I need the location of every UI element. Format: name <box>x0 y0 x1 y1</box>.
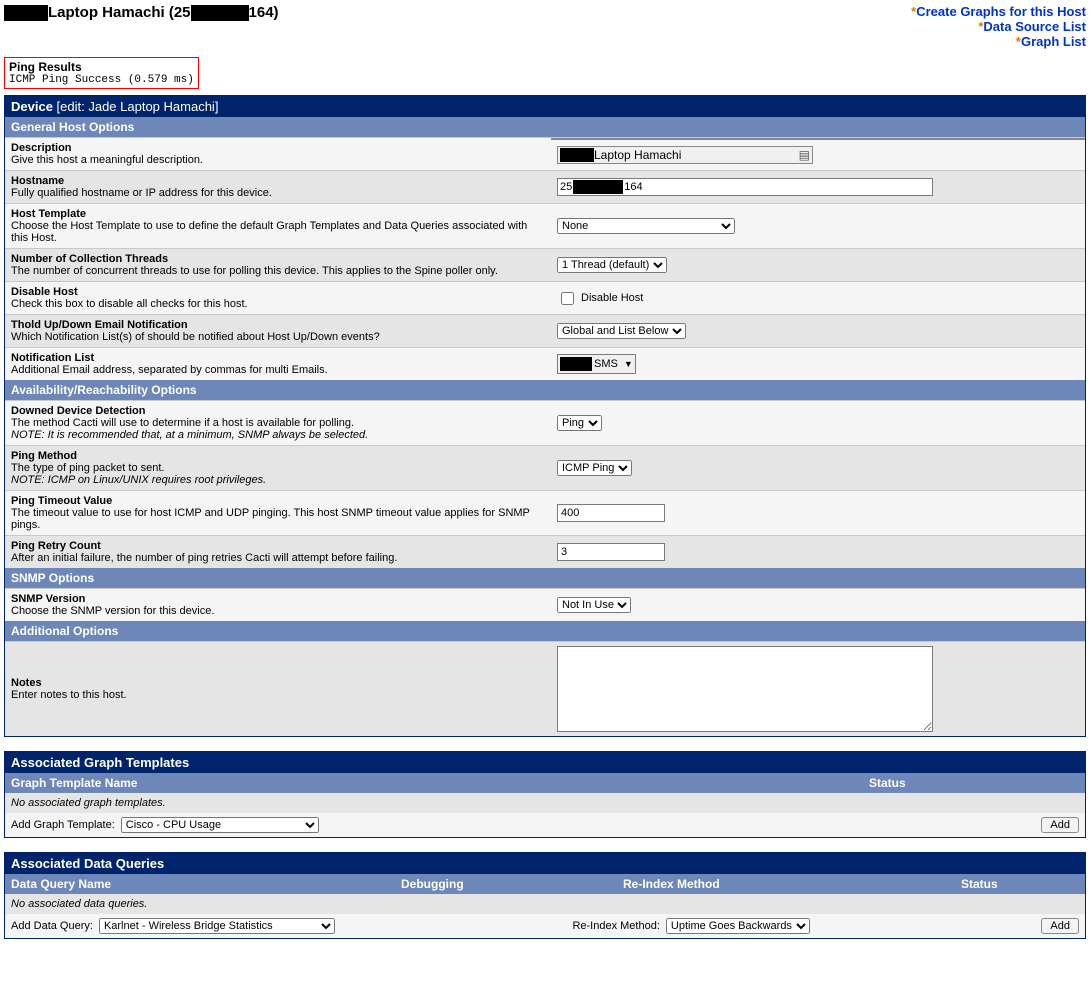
ping-results-status: ICMP Ping Success (0.579 ms) <box>9 74 194 86</box>
description-desc: Give this host a meaningful description. <box>11 154 545 166</box>
link-data-source-list[interactable]: Data Source List <box>983 19 1086 34</box>
data-queries-empty: No associated data queries. <box>5 894 1085 914</box>
col-graph-template-name: Graph Template Name <box>11 776 869 790</box>
add-graph-template-button[interactable]: Add <box>1041 817 1079 833</box>
host-template-desc: Choose the Host Template to use to defin… <box>11 220 545 244</box>
graph-templates-panel: Associated Graph Templates Graph Templat… <box>4 751 1086 838</box>
col-debugging: Debugging <box>401 877 623 891</box>
redacted-block <box>4 5 48 21</box>
section-general: General Host Options <box>5 117 1085 137</box>
chevron-down-icon: ▼ <box>620 359 633 369</box>
redacted-inline <box>560 357 592 371</box>
data-queries-panel: Associated Data Queries Data Query Name … <box>4 852 1086 939</box>
snmp-version-desc: Choose the SNMP version for this device. <box>11 605 545 617</box>
downed-label: Downed Device Detection <box>11 405 545 417</box>
notif-select[interactable]: SMS ▼ <box>557 354 636 374</box>
ping-results-box: Ping Results ICMP Ping Success (0.579 ms… <box>4 57 199 89</box>
description-label: Description <box>11 142 545 154</box>
ping-retry-desc: After an initial failure, the number of … <box>11 552 545 564</box>
downed-select[interactable]: Ping <box>557 415 602 431</box>
reindex-method-select[interactable]: Uptime Goes Backwards <box>666 918 810 934</box>
threads-select[interactable]: 1 Thread (default) <box>557 257 667 273</box>
snmp-version-label: SNMP Version <box>11 593 545 605</box>
device-panel: Device [edit: Jade Laptop Hamachi] Gener… <box>4 95 1086 737</box>
book-icon[interactable]: ▤ <box>799 148 810 162</box>
add-graph-template-label: Add Graph Template: <box>11 819 115 831</box>
downed-desc: The method Cacti will use to determine i… <box>11 417 545 429</box>
thold-select[interactable]: Global and List Below <box>557 323 686 339</box>
page-title-ip-tail: 164) <box>249 4 279 21</box>
redacted-ip <box>191 5 249 21</box>
ping-retry-label: Ping Retry Count <box>11 540 545 552</box>
section-availability: Availability/Reachability Options <box>5 380 1085 400</box>
disable-desc: Check this box to disable all checks for… <box>11 298 545 310</box>
notif-label: Notification List <box>11 352 545 364</box>
notif-desc: Additional Email address, separated by c… <box>11 364 545 376</box>
page-title: Laptop Hamachi (25 <box>48 4 191 21</box>
add-data-query-select[interactable]: Karlnet - Wireless Bridge Statistics <box>99 918 335 934</box>
ping-method-select[interactable]: ICMP Ping <box>557 460 632 476</box>
section-additional: Additional Options <box>5 621 1085 641</box>
disable-label: Disable Host <box>11 286 545 298</box>
add-data-query-button[interactable]: Add <box>1041 918 1079 934</box>
thold-label: Thold Up/Down Email Notification <box>11 319 545 331</box>
ping-results-title: Ping Results <box>9 60 194 74</box>
thold-desc: Which Notification List(s) of should be … <box>11 331 545 343</box>
threads-label: Number of Collection Threads <box>11 253 545 265</box>
ping-method-note: NOTE: ICMP on Linux/UNIX requires root p… <box>11 474 545 486</box>
hostname-input[interactable]: 25 164 <box>557 178 933 196</box>
notes-label: Notes <box>11 677 545 689</box>
notes-textarea[interactable] <box>557 646 933 732</box>
add-data-query-label: Add Data Query: <box>11 920 93 932</box>
disable-checkbox[interactable] <box>561 292 574 305</box>
host-template-label: Host Template <box>11 208 545 220</box>
ping-method-label: Ping Method <box>11 450 545 462</box>
ping-retry-input[interactable] <box>557 543 665 561</box>
ping-method-desc: The type of ping packet to sent. <box>11 462 545 474</box>
hostname-label: Hostname <box>11 175 545 187</box>
notes-desc: Enter notes to this host. <box>11 689 545 701</box>
snmp-version-select[interactable]: Not In Use <box>557 597 631 613</box>
reindex-method-label: Re-Index Method: <box>572 920 659 932</box>
col-reindex-method: Re-Index Method <box>623 877 961 891</box>
graph-templates-empty: No associated graph templates. <box>5 793 1085 813</box>
col-status: Status <box>869 776 1079 790</box>
ping-timeout-desc: The timeout value to use for host ICMP a… <box>11 507 545 531</box>
link-graph-list[interactable]: Graph List <box>1021 34 1086 49</box>
threads-desc: The number of concurrent threads to use … <box>11 265 545 277</box>
device-panel-heading: Device [edit: Jade Laptop Hamachi] <box>5 96 1085 117</box>
downed-note: NOTE: It is recommended that, at a minim… <box>11 429 545 441</box>
disable-checkbox-label: Disable Host <box>581 292 643 304</box>
description-input[interactable]: Laptop Hamachi ▤ <box>557 146 813 164</box>
hostname-desc: Fully qualified hostname or IP address f… <box>11 187 545 199</box>
section-snmp: SNMP Options <box>5 568 1085 588</box>
host-template-select[interactable]: None <box>557 218 735 234</box>
col-data-query-name: Data Query Name <box>11 877 401 891</box>
data-queries-heading: Associated Data Queries <box>5 853 1085 874</box>
ping-timeout-label: Ping Timeout Value <box>11 495 545 507</box>
redacted-inline <box>560 148 594 162</box>
add-graph-template-select[interactable]: Cisco - CPU Usage <box>121 817 319 833</box>
redacted-inline <box>573 180 623 194</box>
link-create-graphs[interactable]: Create Graphs for this Host <box>916 4 1086 19</box>
col-status: Status <box>961 877 1079 891</box>
ping-timeout-input[interactable] <box>557 504 665 522</box>
graph-templates-heading: Associated Graph Templates <box>5 752 1085 773</box>
